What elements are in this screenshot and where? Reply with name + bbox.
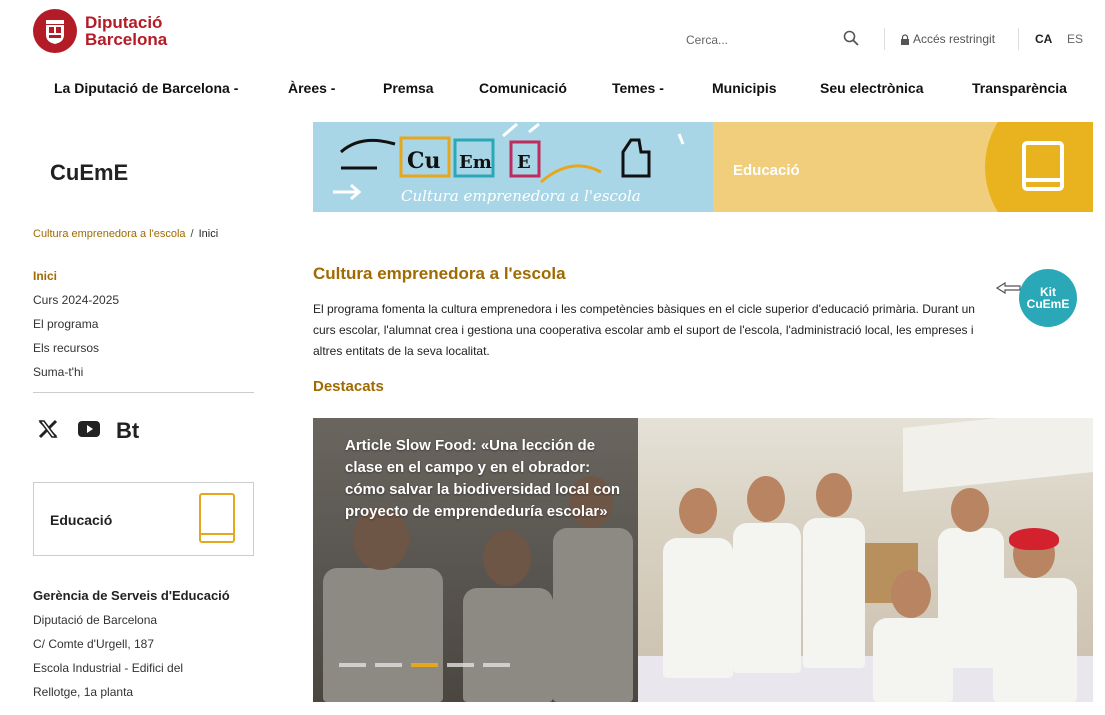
page-title: Cultura emprenedora a l'escola: [313, 264, 566, 283]
sidebar-item-programa[interactable]: El programa: [33, 316, 119, 340]
nav-temes[interactable]: Temes -: [612, 80, 664, 96]
photo-child-head: [679, 488, 717, 534]
site-title[interactable]: CuEmE: [50, 160, 128, 186]
search-icon[interactable]: [843, 30, 859, 51]
nav-municipis[interactable]: Municipis: [712, 80, 777, 96]
x-icon[interactable]: [38, 419, 58, 444]
contact-block: Gerència de Serveis d'Educació Diputació…: [33, 588, 230, 708]
contact-line: Escola Industrial - Edifici del: [33, 661, 184, 675]
banner-word-em: Em: [459, 152, 492, 173]
carousel-dot[interactable]: [447, 663, 474, 667]
nav-la-diputacio[interactable]: La Diputació de Barcelona -: [54, 80, 238, 96]
main-nav: La Diputació de Barcelona - Àrees - Prem…: [0, 80, 1105, 102]
carousel-dot[interactable]: [411, 663, 438, 667]
contact-org: Gerència de Serveis d'Educació: [33, 588, 230, 603]
contact-line: Rellotge, 1a planta: [33, 685, 134, 699]
header-divider: [884, 28, 885, 50]
youtube-icon[interactable]: [78, 420, 100, 442]
book-icon: [198, 488, 236, 555]
kit-cueme-badge[interactable]: Kit CuEmE: [1019, 269, 1077, 327]
nav-comunicacio[interactable]: Comunicació: [479, 80, 567, 96]
header-divider: [1018, 28, 1019, 50]
sidebar-item-inici[interactable]: Inici: [33, 268, 119, 292]
diputacio-logo[interactable]: Diputació Barcelona: [33, 9, 167, 53]
photo-child: [553, 528, 633, 702]
sidebar-item-suma-thi[interactable]: Suma-t'hi: [33, 364, 119, 388]
photo-child: [323, 568, 443, 702]
logo-line-2: Barcelona: [85, 30, 168, 49]
highlights-carousel[interactable]: Article Slow Food: «Una lección de clase…: [313, 418, 1093, 702]
logo-line-1: Diputació: [85, 13, 163, 32]
breadcrumb: Cultura emprenedora a l'escola / Inici: [33, 228, 218, 240]
nav-transparencia[interactable]: Transparència: [972, 80, 1067, 96]
sidebar-item-curs[interactable]: Curs 2024-2025: [33, 292, 119, 316]
education-card-label: Educació: [50, 512, 113, 528]
cueme-banner: Cu Em E Cultura emprenedora a l'escola E…: [313, 122, 1093, 212]
sidebar-menu: Inici Curs 2024-2025 El programa Els rec…: [33, 268, 119, 388]
sidebar-divider: [33, 392, 254, 393]
breadcrumb-link[interactable]: Cultura emprenedora a l'escola: [33, 228, 186, 240]
nav-seu-electronica[interactable]: Seu electrònica: [820, 80, 924, 96]
restricted-access-link[interactable]: Accés restringit: [900, 32, 995, 46]
carousel-indicators: [339, 663, 519, 667]
carousel-dot[interactable]: [375, 663, 402, 667]
contact-line: C/ Comte d'Urgell, 187: [33, 637, 155, 651]
photo-red-cap: [1009, 528, 1059, 550]
photo-child: [463, 588, 553, 702]
nav-premsa[interactable]: Premsa: [383, 80, 434, 96]
highlights-heading: Destacats: [313, 378, 384, 395]
language-es[interactable]: ES: [1067, 32, 1083, 46]
slide-caption[interactable]: Article Slow Food: «Una lección de clase…: [345, 435, 625, 523]
banner-word-e: E: [517, 152, 531, 173]
banner-blue-panel: Cu Em E Cultura emprenedora a l'escola: [313, 122, 713, 212]
photo-child: [733, 523, 801, 673]
photo-child: [663, 538, 733, 678]
sidebar-item-recursos[interactable]: Els recursos: [33, 340, 119, 364]
restricted-access-label: Accés restringit: [913, 32, 996, 46]
breadcrumb-current: Inici: [198, 228, 219, 240]
banner-section-label: Educació: [733, 162, 800, 179]
lock-icon: [901, 33, 909, 45]
program-description: El programa fomenta la cultura emprenedo…: [313, 302, 975, 358]
photo-child: [803, 518, 865, 668]
bt-link[interactable]: Bt: [116, 418, 139, 444]
photo-child: [993, 578, 1077, 702]
nav-arees[interactable]: Àrees -: [288, 80, 335, 96]
photo-child-head: [747, 476, 785, 522]
education-card[interactable]: Educació: [33, 482, 254, 556]
carousel-dot[interactable]: [339, 663, 366, 667]
coat-of-arms-icon: [33, 9, 77, 53]
social-links: Bt: [38, 418, 139, 444]
search-input[interactable]: Cerca...: [686, 33, 728, 47]
kit-badge-line-2: CuEmE: [1026, 297, 1070, 311]
photo-child-head: [816, 473, 852, 517]
banner-tagline: Cultura emprenedora a l'escola: [401, 187, 641, 205]
carousel-dot[interactable]: [483, 663, 510, 667]
book-icon: [1021, 140, 1065, 199]
photo-child-head: [891, 570, 931, 618]
breadcrumb-separator: /: [190, 228, 194, 240]
contact-line: Diputació de Barcelona: [33, 613, 158, 627]
photo-child-head: [483, 530, 531, 586]
banner-word-cu: Cu: [407, 148, 441, 174]
language-ca[interactable]: CA: [1035, 32, 1052, 46]
photo-child-head: [951, 488, 989, 532]
